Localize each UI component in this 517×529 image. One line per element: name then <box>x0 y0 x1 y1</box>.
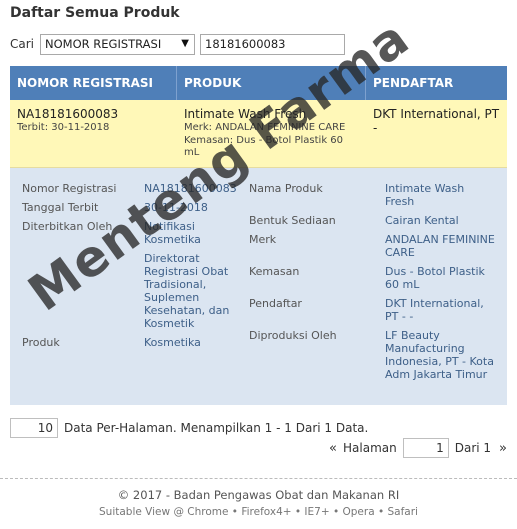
label-nama-produk: Nama Produk <box>249 182 323 195</box>
next-page-button[interactable]: » <box>499 441 507 456</box>
pendaftar-extra: - <box>373 121 378 135</box>
header-pendaftar[interactable]: PENDAFTAR <box>366 66 507 100</box>
halaman-label: Halaman <box>343 441 397 455</box>
chevron-down-icon: ▼ <box>181 37 189 49</box>
results-table: NOMOR REGISTRASI PRODUK PENDAFTAR NA1818… <box>10 66 507 405</box>
page-total: Dari 1 <box>454 441 492 455</box>
search-label: Cari <box>10 37 34 51</box>
footer-divider <box>0 478 517 479</box>
value-nama-produk: Intimate Wash Fresh <box>385 182 465 208</box>
cell-pendaftar: DKT International, PT - <box>366 100 507 167</box>
value-produk: Kosmetika <box>144 336 201 349</box>
page-navigation: « Halaman 1 Dari 1 » <box>329 438 507 458</box>
page-title: Daftar Semua Produk <box>10 5 180 21</box>
value-tanggal-terbit: 30-11-2018 <box>144 201 208 214</box>
pagination-info: Data Per-Halaman. Menampilkan 1 - 1 Dari… <box>64 421 369 435</box>
cell-registrasi: NA18181600083 Terbit: 30-11-2018 <box>10 100 177 167</box>
label-merk: Merk <box>249 233 277 246</box>
header-nomor-registrasi[interactable]: NOMOR REGISTRASI <box>10 66 177 100</box>
per-page-row: 10 Data Per-Halaman. Menampilkan 1 - 1 D… <box>10 418 368 438</box>
label-produk: Produk <box>22 336 60 349</box>
search-field-selected: NOMOR REGISTRASI <box>45 37 162 51</box>
per-page-input[interactable]: 10 <box>10 418 58 438</box>
value-diproduksi-oleh: LF Beauty Manufacturing Indonesia, PT - … <box>385 329 494 381</box>
detail-panel: Nomor Registrasi NA18181600083 Tanggal T… <box>10 168 507 405</box>
label-bentuk-sediaan: Bentuk Sediaan <box>249 214 336 227</box>
search-field-select[interactable]: NOMOR REGISTRASI ▼ <box>40 33 195 55</box>
value-diterbitkan-oleh: Notifikasi Kosmetika <box>144 220 201 246</box>
label-nomor-registrasi: Nomor Registrasi <box>22 182 117 195</box>
label-tanggal-terbit: Tanggal Terbit <box>22 201 99 214</box>
product-kemasan: Kemasan: Dus - Botol Plastik 60 mL <box>184 135 344 158</box>
page-number-input[interactable]: 1 <box>402 438 449 458</box>
pendaftar-name: DKT International, PT <box>373 107 500 121</box>
value-merk: ANDALAN FEMININE CARE <box>385 233 495 259</box>
search-input[interactable] <box>200 33 345 55</box>
header-produk[interactable]: PRODUK <box>177 66 366 100</box>
cell-produk: Intimate Wash Fresh Merk: ANDALAN FEMINI… <box>177 100 366 167</box>
label-pendaftar: Pendaftar <box>249 297 302 310</box>
value-direktorat: Direktorat Registrasi Obat Tradisional, … <box>144 252 230 330</box>
value-pendaftar: DKT International, PT - - <box>385 297 484 323</box>
product-merk: Merk: ANDALAN FEMININE CARE <box>184 122 346 133</box>
prev-page-button[interactable]: « <box>329 441 337 456</box>
table-header: NOMOR REGISTRASI PRODUK PENDAFTAR <box>10 66 507 100</box>
product-name: Intimate Wash Fresh <box>184 107 307 121</box>
label-diproduksi-oleh: Diproduksi Oleh <box>249 329 337 342</box>
label-diterbitkan-oleh: Diterbitkan Oleh <box>22 220 113 233</box>
footer-copyright: © 2017 - Badan Pengawas Obat dan Makanan… <box>117 488 400 502</box>
reg-number: NA18181600083 <box>17 107 119 121</box>
value-bentuk-sediaan: Cairan Kental <box>385 214 459 227</box>
value-nomor-registrasi: NA18181600083 <box>144 182 237 195</box>
value-kemasan: Dus - Botol Plastik 60 mL <box>385 265 485 291</box>
label-kemasan: Kemasan <box>249 265 300 278</box>
terbit-date: Terbit: 30-11-2018 <box>17 122 110 133</box>
search-bar: Cari NOMOR REGISTRASI ▼ <box>10 33 345 55</box>
table-row[interactable]: NA18181600083 Terbit: 30-11-2018 Intimat… <box>10 100 507 168</box>
footer-compat: Suitable View @ Chrome • Firefox4+ • IE7… <box>99 506 418 518</box>
